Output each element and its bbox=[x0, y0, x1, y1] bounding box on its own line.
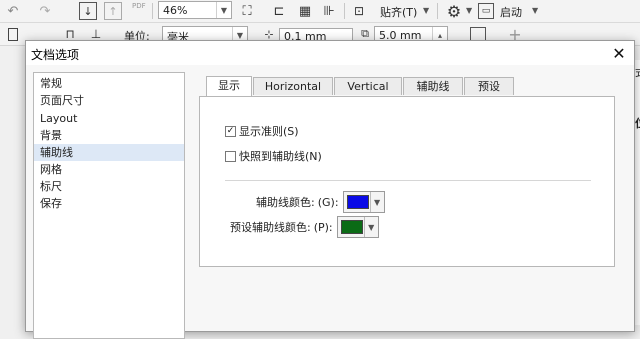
snap-guides-option[interactable]: 快照到辅助线(N) bbox=[225, 148, 322, 164]
nav-item-label: 背景 bbox=[40, 129, 62, 142]
section-divider bbox=[225, 180, 591, 181]
nav-item-label: 常规 bbox=[40, 77, 62, 90]
preset-color-label: 预设辅助线颜色: bbox=[230, 221, 311, 234]
tab-guidelines[interactable]: 辅助线 bbox=[403, 77, 463, 95]
show-guides-checkbox[interactable]: ✓ bbox=[225, 125, 236, 137]
portrait-icon[interactable] bbox=[8, 28, 18, 41]
chevron-down-icon[interactable]: ▼ bbox=[532, 6, 538, 15]
nav-item-label: 页面尺寸 bbox=[40, 94, 84, 107]
duplicate-distance-icon: ⧉ bbox=[361, 27, 369, 40]
guide-color-picker[interactable]: ▼ bbox=[342, 191, 385, 213]
tab-label: 预设 bbox=[478, 80, 500, 93]
show-guides-option[interactable]: ✓ 显示准则(S) bbox=[225, 123, 299, 139]
tab-horizontal[interactable]: Horizontal bbox=[253, 77, 333, 95]
tab-presets[interactable]: 预设 bbox=[464, 77, 514, 95]
snap-icon[interactable]: ⊡ bbox=[350, 2, 368, 20]
nav-item-background[interactable]: 背景 bbox=[34, 127, 184, 144]
grid-icon[interactable]: ▦ bbox=[296, 2, 314, 20]
guide-color-label: 辅助线颜色: bbox=[256, 196, 315, 209]
launch-label[interactable]: 启动 bbox=[500, 4, 522, 20]
nav-item-label: 保存 bbox=[40, 197, 62, 210]
full-screen-icon[interactable]: ⛶ bbox=[238, 2, 256, 20]
export-icon[interactable]: ↑ bbox=[104, 2, 122, 20]
zoom-value: 46% bbox=[163, 4, 188, 17]
chevron-down-icon[interactable]: ▼ bbox=[369, 192, 384, 212]
dialog-title: 文档选项 bbox=[31, 48, 80, 62]
dialog-titlebar[interactable]: 文档选项 ✕ bbox=[26, 41, 634, 65]
chevron-down-icon[interactable]: ▼ bbox=[363, 217, 378, 237]
nav-item-general[interactable]: 常规 bbox=[34, 75, 184, 92]
tab-display[interactable]: 显示 bbox=[206, 76, 252, 96]
nav-item-layout[interactable]: Layout bbox=[34, 110, 184, 127]
tab-label: Vertical bbox=[347, 80, 389, 93]
nav-item-label: 网格 bbox=[40, 163, 62, 176]
chevron-down-icon[interactable]: ▼ bbox=[423, 6, 429, 15]
nudge-icon: ⊹ bbox=[264, 27, 274, 41]
tab-label: Horizontal bbox=[264, 80, 322, 93]
display-tab-panel: ✓ 显示准则(S) 快照到辅助线(N) 辅助线颜色: (G): ▼ 预设辅助线颜… bbox=[199, 96, 615, 267]
gear-icon[interactable]: ⚙ bbox=[444, 1, 464, 21]
redo-icon[interactable]: ↷ bbox=[36, 3, 54, 19]
launch-icon[interactable]: ▭ bbox=[478, 3, 494, 19]
close-icon[interactable]: ✕ bbox=[609, 43, 629, 63]
options-nav-list: 常规 页面尺寸 Layout 背景 辅助线 网格 标尺 保存 bbox=[33, 72, 185, 339]
guidelines-icon[interactable]: ⊪ bbox=[320, 2, 338, 20]
tab-label: 显示 bbox=[218, 79, 240, 92]
pdf-label[interactable]: PDF bbox=[132, 2, 146, 10]
docker-fragment-b: 位 bbox=[635, 115, 640, 131]
preset-color-key: (P): bbox=[313, 220, 333, 234]
tab-vertical[interactable]: Vertical bbox=[334, 77, 402, 95]
chevron-down-icon[interactable]: ▼ bbox=[466, 6, 472, 15]
guide-color-key: (G): bbox=[317, 195, 339, 209]
zoom-combo[interactable]: 46% ▼ bbox=[158, 1, 232, 19]
nav-item-page-size[interactable]: 页面尺寸 bbox=[34, 92, 184, 109]
snap-guides-checkbox[interactable] bbox=[225, 150, 236, 162]
import-icon[interactable]: ↓ bbox=[79, 2, 97, 20]
preset-color-swatch bbox=[340, 220, 363, 234]
nav-item-grid[interactable]: 网格 bbox=[34, 161, 184, 178]
show-guides-label: 显示准则(S) bbox=[239, 125, 299, 138]
chevron-down-icon[interactable]: ▼ bbox=[216, 2, 231, 18]
document-options-dialog: 文档选项 ✕ 常规 页面尺寸 Layout 背景 辅助线 网格 标尺 保存 显示… bbox=[25, 40, 635, 339]
nav-item-save[interactable]: 保存 bbox=[34, 195, 184, 212]
nav-item-guidelines[interactable]: 辅助线 bbox=[34, 144, 184, 161]
snap-guides-label: 快照到辅助线(N) bbox=[239, 150, 322, 163]
nav-item-label: 标尺 bbox=[40, 180, 62, 193]
undo-icon[interactable]: ↶ bbox=[4, 3, 22, 19]
standard-toolbar: ↶ ↷ ↓ ↑ PDF 46% ▼ ⛶ ⊏ ▦ ⊪ ⊡ 贴齐(T) ▼ ⚙ ▼ … bbox=[0, 0, 640, 23]
rulers-icon[interactable]: ⊏ bbox=[270, 2, 288, 20]
tab-label: 辅助线 bbox=[416, 80, 450, 93]
preset-color-row: 预设辅助线颜色: (P): ▼ bbox=[230, 216, 379, 238]
nav-item-label: 辅助线 bbox=[40, 146, 73, 159]
guide-color-swatch bbox=[346, 195, 369, 209]
nav-item-label: Layout bbox=[40, 112, 78, 125]
docker-fragment-a: 式 bbox=[635, 64, 640, 80]
preset-color-picker[interactable]: ▼ bbox=[336, 216, 379, 238]
guide-color-row: 辅助线颜色: (G): ▼ bbox=[256, 191, 385, 213]
snap-to-label[interactable]: 贴齐(T) bbox=[380, 4, 417, 20]
nav-item-rulers[interactable]: 标尺 bbox=[34, 178, 184, 195]
